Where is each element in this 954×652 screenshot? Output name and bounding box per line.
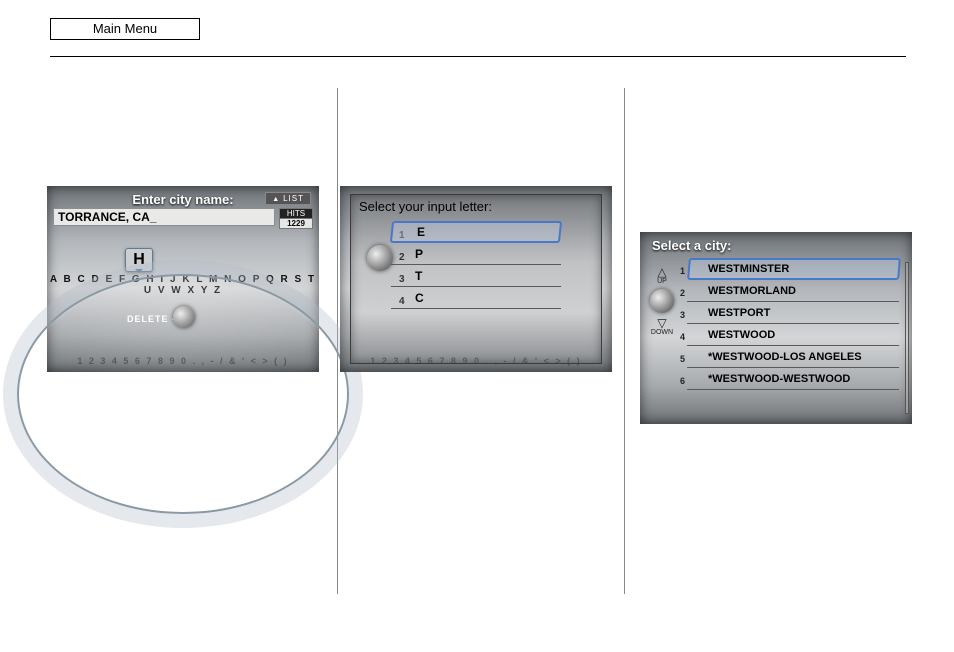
city-row-numbers: 123456 xyxy=(680,260,685,392)
down-arrow-icon[interactable]: ▽ xyxy=(650,317,674,329)
city-list: WESTMINSTER WESTMORLAND WESTPORT WESTWOO… xyxy=(688,258,900,390)
hits-value: 1229 xyxy=(279,219,313,229)
list-button[interactable]: LIST xyxy=(265,192,311,205)
input-letter-options: E P T C xyxy=(391,221,561,309)
city-row-6[interactable]: *WESTWOOD-WESTWOOD xyxy=(687,368,901,390)
hits-label: HITS xyxy=(279,208,313,219)
select-city-screen: Select a city: △ UP ▽ DOWN 123456 WESTMI… xyxy=(640,232,912,424)
horizontal-rule xyxy=(50,56,906,57)
city-list-scrollbar[interactable] xyxy=(905,262,909,414)
up-arrow-icon[interactable]: △ xyxy=(650,266,674,278)
input-letter-option-3[interactable]: T xyxy=(391,265,561,287)
city-row-4[interactable]: WESTWOOD xyxy=(687,324,901,346)
city-row-3[interactable]: WESTPORT xyxy=(687,302,901,324)
keyboard-arc[interactable]: H A B C D E F G H I J K L M N O P Q R S … xyxy=(47,234,319,372)
select-input-letter-screen: Select your input letter: 1234 E P T C 1… xyxy=(340,186,612,372)
enter-city-name-screen: Enter city name: LIST TORRANCE, CA_ HITS… xyxy=(47,186,319,372)
city-row-1[interactable]: WESTMINSTER xyxy=(687,258,901,280)
city-row-2[interactable]: WESTMORLAND xyxy=(687,280,901,302)
city-name-input[interactable]: TORRANCE, CA_ xyxy=(53,208,275,226)
input-letter-popup: Select your input letter: 1234 E P T C xyxy=(350,194,602,364)
hits-counter: HITS 1229 xyxy=(279,208,313,229)
city-row-5[interactable]: *WESTWOOD-LOS ANGELES xyxy=(687,346,901,368)
up-down-control[interactable]: △ UP ▽ DOWN xyxy=(650,266,674,336)
keyboard-numbers-row[interactable]: 1 2 3 4 5 6 7 8 9 0 . , - / & ' < > ( ) xyxy=(47,356,319,366)
main-menu-button[interactable]: Main Menu xyxy=(50,18,200,40)
column-divider-2 xyxy=(624,88,625,594)
input-letter-option-1[interactable]: E xyxy=(390,221,562,243)
selected-letter-bubble: H xyxy=(125,248,153,272)
dial-knob[interactable] xyxy=(367,245,393,271)
input-letter-option-4[interactable]: C xyxy=(391,287,561,309)
keyboard-numbers-row: 1 2 3 4 5 6 7 8 9 0 . , - / & ' < > ( ) xyxy=(340,356,612,366)
input-letter-option-2[interactable]: P xyxy=(391,243,561,265)
down-label: DOWN xyxy=(650,329,674,336)
column-divider-1 xyxy=(337,88,338,594)
dial-knob[interactable] xyxy=(173,306,195,328)
dial-knob[interactable] xyxy=(650,289,674,313)
screen2-title: Select your input letter: xyxy=(351,195,601,220)
screen3-title: Select a city: xyxy=(652,238,912,253)
up-label: UP xyxy=(650,278,674,285)
